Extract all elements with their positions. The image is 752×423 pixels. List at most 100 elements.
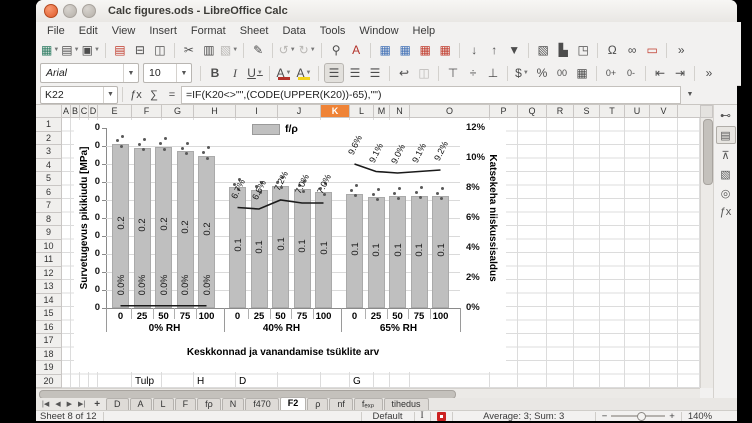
zoom-slider[interactable] bbox=[611, 415, 665, 417]
insert-column-before-icon[interactable]: ▦ bbox=[396, 41, 414, 59]
row-header-7[interactable]: 7 bbox=[36, 199, 61, 213]
sheet-tab-f470[interactable]: f470 bbox=[245, 398, 279, 410]
column-header-E[interactable]: E bbox=[98, 105, 132, 117]
column-header-M[interactable]: M bbox=[374, 105, 390, 117]
insert-row-above-icon[interactable]: ▦ bbox=[376, 41, 394, 59]
column-header-O[interactable]: O bbox=[410, 105, 490, 117]
align-left-button[interactable]: ☰ bbox=[324, 63, 344, 83]
row-header-12[interactable]: 12 bbox=[36, 267, 61, 281]
menu-sheet[interactable]: Sheet bbox=[233, 24, 276, 38]
chevron-down-icon[interactable]: ▼ bbox=[523, 70, 529, 76]
align-right-button[interactable]: ☰ bbox=[366, 64, 384, 82]
column-header-H[interactable]: H bbox=[194, 105, 236, 117]
align-top-button[interactable]: ⊤ bbox=[444, 64, 462, 82]
name-box[interactable]: K22 ▼ bbox=[40, 86, 118, 104]
close-window-button[interactable] bbox=[44, 4, 58, 18]
toolbar-overflow-icon[interactable]: » bbox=[700, 64, 718, 82]
zoom-out-icon[interactable]: − bbox=[602, 411, 608, 422]
toolbar-overflow-icon[interactable]: » bbox=[672, 41, 690, 59]
row-header-15[interactable]: 15 bbox=[36, 307, 61, 321]
column-header-Q[interactable]: Q bbox=[518, 105, 547, 117]
sort-ascending-icon[interactable]: ↓ bbox=[465, 41, 483, 59]
row-header-3[interactable]: 3 bbox=[36, 145, 61, 159]
functions-icon[interactable]: ƒx bbox=[717, 204, 735, 220]
gallery-icon[interactable]: ▧ bbox=[717, 166, 735, 182]
percent-button[interactable]: % bbox=[533, 64, 551, 82]
column-header-A[interactable]: A bbox=[62, 105, 71, 117]
column-header-T[interactable]: T bbox=[600, 105, 625, 117]
chevron-down-icon[interactable]: ▼ bbox=[176, 64, 191, 82]
insert-image-icon[interactable]: ▧ bbox=[534, 41, 552, 59]
center-vertically-button[interactable]: ÷ bbox=[464, 64, 482, 82]
menu-edit[interactable]: Edit bbox=[72, 24, 105, 38]
sheet-tab-nf[interactable]: nf bbox=[329, 398, 353, 410]
wrap-text-button[interactable]: ↩ bbox=[395, 64, 413, 82]
page-style[interactable]: Default bbox=[368, 411, 408, 422]
column-header-K[interactable]: K bbox=[321, 105, 350, 117]
add-decimal-button[interactable]: 0+ bbox=[602, 64, 620, 82]
save-icon[interactable]: ▣▼ bbox=[82, 41, 100, 59]
increase-indent-button[interactable]: ⇥ bbox=[671, 64, 689, 82]
sheet-tab-fρ[interactable]: fρ bbox=[197, 398, 221, 410]
menu-window[interactable]: Window bbox=[352, 24, 405, 38]
maximize-window-button[interactable] bbox=[82, 4, 96, 18]
sheet-tab-A[interactable]: A bbox=[130, 398, 152, 410]
minimize-window-button[interactable] bbox=[63, 4, 77, 18]
print-icon[interactable]: ⊟ bbox=[131, 41, 149, 59]
delete-decimal-button[interactable]: 0- bbox=[622, 64, 640, 82]
row-header-20[interactable]: 20 bbox=[36, 375, 61, 389]
chevron-down-icon[interactable]: ▼ bbox=[103, 87, 117, 103]
insert-mode-indicator[interactable]: I bbox=[421, 411, 424, 421]
menu-file[interactable]: File bbox=[40, 24, 72, 38]
new-icon[interactable]: ▦▼ bbox=[41, 41, 59, 59]
row-header-18[interactable]: 18 bbox=[36, 348, 61, 362]
formula-input[interactable]: =IF(K20<>"",(CODE(UPPER(K20))-65),"") bbox=[181, 86, 681, 104]
sheet-tab-ρ[interactable]: ρ bbox=[307, 398, 328, 410]
sheet-tab-fₑₓₚ[interactable]: fₑₓₚ bbox=[354, 398, 383, 410]
find-replace-icon[interactable]: ⚲ bbox=[327, 41, 345, 59]
font-size-combo[interactable]: 10 ▼ bbox=[143, 63, 192, 83]
date-format-button[interactable]: ▦ bbox=[573, 64, 591, 82]
column-header-V[interactable]: V bbox=[650, 105, 678, 117]
print-preview-icon[interactable]: ◫ bbox=[151, 41, 169, 59]
font-name-combo[interactable]: Arial ▼ bbox=[40, 63, 139, 83]
number-format-button[interactable]: 00 bbox=[553, 64, 571, 82]
export-pdf-icon[interactable]: ▤ bbox=[111, 41, 129, 59]
vertical-scrollbar[interactable] bbox=[700, 118, 713, 388]
menu-view[interactable]: View bbox=[105, 24, 143, 38]
spelling-icon[interactable]: A bbox=[347, 41, 365, 59]
clone-formatting-icon[interactable]: ✎ bbox=[249, 41, 267, 59]
sheet-tab-N[interactable]: N bbox=[222, 398, 245, 410]
row-header-19[interactable]: 19 bbox=[36, 361, 61, 375]
row-header-2[interactable]: 2 bbox=[36, 132, 61, 146]
first-sheet-icon[interactable]: |◀ bbox=[39, 399, 52, 410]
zoom-in-icon[interactable]: + bbox=[669, 411, 675, 422]
properties-icon[interactable]: ▤ bbox=[716, 126, 736, 144]
underline-button[interactable]: U▼ bbox=[246, 64, 264, 82]
navigator-icon[interactable]: ◎ bbox=[717, 185, 735, 201]
hyperlink-icon[interactable]: ∞ bbox=[623, 41, 641, 59]
previous-sheet-icon[interactable]: ◀ bbox=[52, 399, 63, 410]
row-header-9[interactable]: 9 bbox=[36, 226, 61, 240]
titlebar[interactable]: Calc figures.ods - LibreOffice Calc bbox=[36, 0, 737, 23]
column-header-R[interactable]: R bbox=[547, 105, 574, 117]
sheet-tab-F[interactable]: F bbox=[175, 398, 197, 410]
menu-format[interactable]: Format bbox=[184, 24, 233, 38]
copy-icon[interactable]: ▥ bbox=[200, 41, 218, 59]
special-character-icon[interactable]: Ω bbox=[603, 41, 621, 59]
row-header-16[interactable]: 16 bbox=[36, 321, 61, 335]
chevron-down-icon[interactable]: ▼ bbox=[123, 64, 138, 82]
pivot-table-icon[interactable]: ◳ bbox=[574, 41, 592, 59]
chevron-down-icon[interactable]: ▼ bbox=[290, 47, 296, 53]
italic-button[interactable]: I bbox=[226, 64, 244, 82]
row-header-13[interactable]: 13 bbox=[36, 280, 61, 294]
currency-button[interactable]: $▼ bbox=[513, 64, 531, 82]
document-modified-icon[interactable] bbox=[437, 412, 446, 421]
sheet-tab-tihedus[interactable]: tihedus bbox=[384, 398, 429, 410]
insert-chart-icon[interactable]: ▙ bbox=[554, 41, 572, 59]
column-header-N[interactable]: N bbox=[390, 105, 410, 117]
font-color-button[interactable]: A▼ bbox=[275, 64, 293, 82]
function-wizard-icon[interactable]: ƒx bbox=[127, 87, 145, 103]
column-header-F[interactable]: F bbox=[132, 105, 162, 117]
row-header-1[interactable]: 1 bbox=[36, 118, 61, 132]
